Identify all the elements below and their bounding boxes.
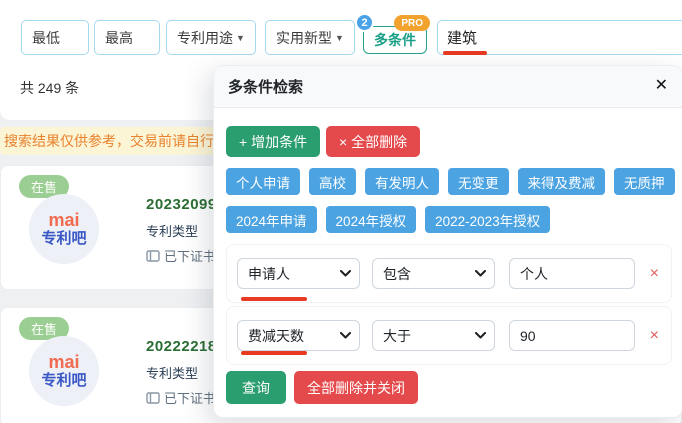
condition-row: 费减天数 大于 90 × [226,306,672,365]
tag-university[interactable]: 高校 [309,168,356,195]
multi-condition-button[interactable]: 多条件 2 PRO [355,13,430,54]
condition-field-select[interactable]: 费减天数 [237,320,360,351]
modal-header: 多条件检索 [214,66,682,108]
tag-personal-applicant[interactable]: 个人申请 [226,168,300,195]
annotation-underline-search [443,51,487,55]
logo-text-1: mai [48,351,80,372]
patent-kind-label: 实用新型 [276,29,333,46]
tag-fee-reduction-in-time[interactable]: 来得及费减 [517,168,605,195]
annotation-underline-field-2 [241,351,307,355]
price-max-input[interactable]: 最高 [94,20,160,55]
pro-badge: PRO [394,15,430,31]
condition-value-input[interactable]: 个人 [509,258,635,289]
search-value: 建筑 [447,30,478,47]
delete-all-close-button[interactable]: 全部删除并关闭 [294,371,418,404]
logo-text-2: 专利吧 [41,371,87,389]
tag-applied-2024[interactable]: 2024年申请 [226,206,317,233]
remove-condition-icon[interactable]: × [650,327,661,345]
close-icon[interactable]: ✕ [655,76,668,97]
condition-field-select[interactable]: 申请人 [237,258,360,289]
chevron-down-icon [475,332,486,339]
delete-all-button[interactable]: × 全部删除 [326,126,421,157]
condition-value-input[interactable]: 90 [509,320,635,351]
certificate-status: 已下证书 [146,246,216,265]
result-count: 共 249 条 [20,80,80,96]
add-condition-button[interactable]: + 增加条件 [226,126,321,157]
condition-count-badge: 2 [355,13,374,32]
patent-number[interactable]: 20232099 [146,196,217,213]
tag-has-inventor[interactable]: 有发明人 [365,168,439,195]
chevron-down-icon [340,270,351,277]
seller-avatar: mai 专利吧 [29,194,99,264]
caret-down-icon: ▼ [335,32,344,43]
patent-number[interactable]: 20222218 [146,338,217,355]
remove-condition-icon[interactable]: × [650,265,661,283]
seller-avatar: mai 专利吧 [29,336,99,406]
patent-type-label: 专利类型 [146,224,199,239]
condition-value-text: 个人 [520,265,548,282]
logo-text-1: mai [48,209,80,230]
condition-operator-select[interactable]: 大于 [372,320,495,351]
keyword-search-input[interactable]: 建筑 [437,20,682,55]
notice-text: 搜索结果仅供参考，交易前请自行核实 [4,133,242,149]
query-button[interactable]: 查询 [226,371,286,404]
condition-operator-value: 大于 [383,327,411,344]
tag-no-change[interactable]: 无变更 [448,168,509,195]
condition-operator-select[interactable]: 包含 [372,258,495,289]
multi-condition-modal: 多条件检索 ✕ + 增加条件 × 全部删除 个人申请 高校 有发明人 无变更 来… [213,65,682,418]
tag-granted-2024[interactable]: 2024年授权 [325,206,417,233]
logo-text-2: 专利吧 [41,229,87,247]
condition-operator-value: 包含 [383,265,411,282]
price-min-input[interactable]: 最低 [21,20,89,55]
chevron-down-icon [340,332,351,339]
certificate-status: 已下证书 [146,388,216,407]
condition-field-value: 费减天数 [248,327,304,344]
quick-filter-row-2: 2024年申请 2024年授权 2022-2023年授权 [226,206,551,233]
tag-no-pledge[interactable]: 无质押 [614,168,675,195]
patent-use-label: 专利用途 [177,29,234,46]
annotation-underline-field-1 [241,297,307,301]
tag-granted-2022-2023[interactable]: 2022-2023年授权 [425,206,551,233]
certificate-icon [146,249,160,262]
condition-row: 申请人 包含 个人 × [226,244,672,303]
patent-kind-dropdown[interactable]: 实用新型 ▼ [265,20,355,55]
multi-condition-label: 多条件 [374,32,416,48]
condition-field-value: 申请人 [248,265,290,282]
condition-value-text: 90 [520,327,536,344]
patent-type-label: 专利类型 [146,366,199,381]
caret-down-icon: ▼ [236,32,245,43]
quick-filter-row-1: 个人申请 高校 有发明人 无变更 来得及费减 无质押 [226,168,675,195]
price-max-label: 最高 [105,29,133,46]
chevron-down-icon [475,270,486,277]
modal-title: 多条件检索 [228,79,304,96]
price-min-label: 最低 [32,29,60,46]
certificate-text: 已下证书 [164,249,217,264]
patent-search-page: 最低 最高 专利用途 ▼ 实用新型 ▼ 多条件 2 PRO 建筑 共 249 条… [0,0,682,423]
certificate-icon [146,391,160,404]
certificate-text: 已下证书 [164,391,217,406]
patent-use-dropdown[interactable]: 专利用途 ▼ [166,20,256,55]
